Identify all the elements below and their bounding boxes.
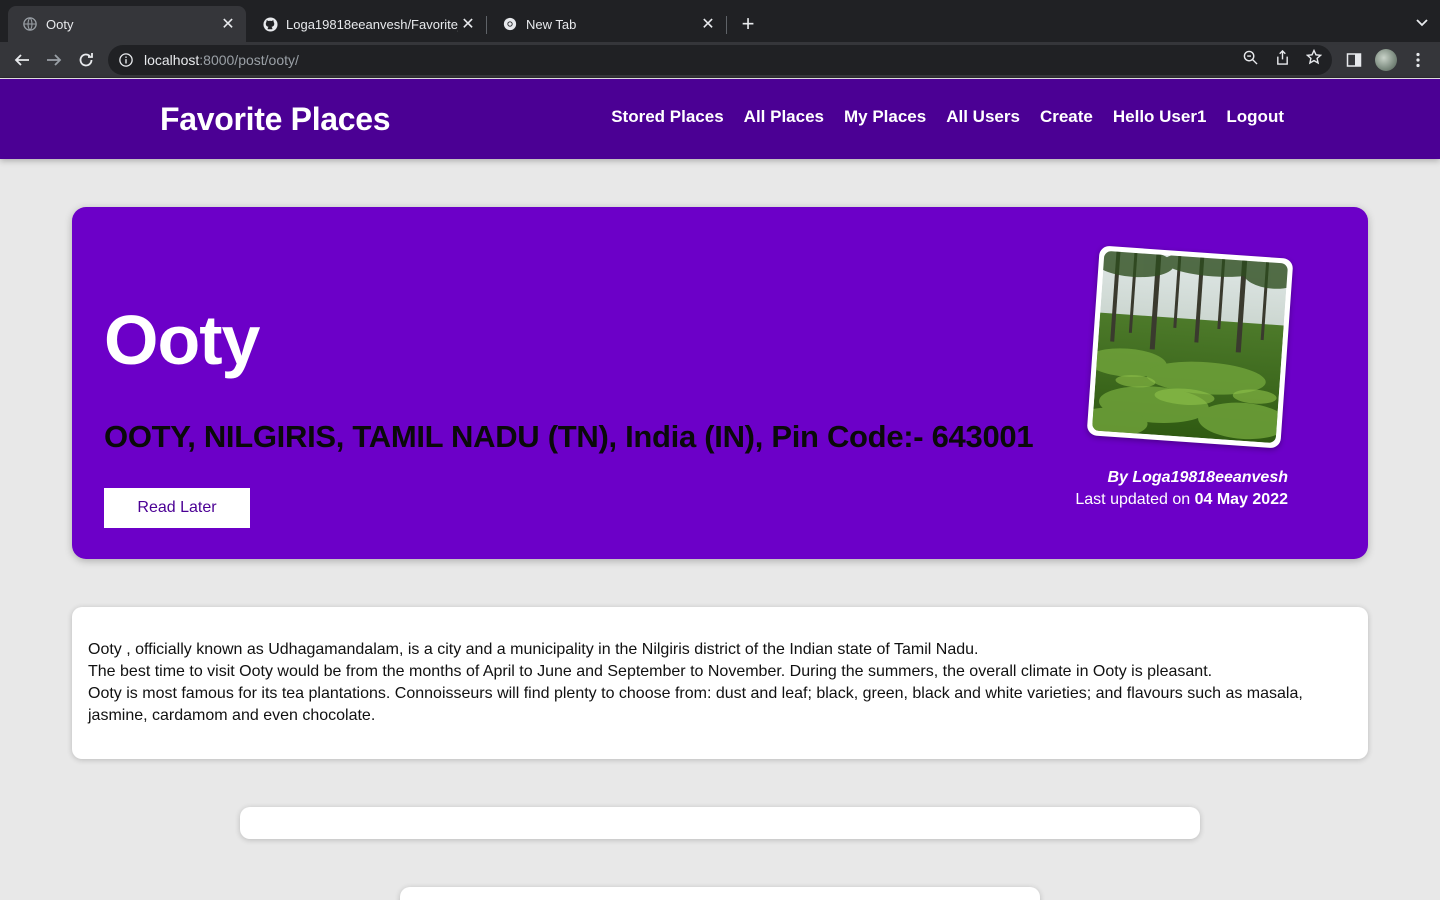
browser-tab-newtab[interactable]: New Tab ✕ bbox=[488, 6, 726, 42]
browser-toolbar: localhost:8000/post/ooty/ bbox=[0, 42, 1440, 78]
post-image bbox=[1086, 245, 1294, 449]
browser-tabstrip: Ooty ✕ Loga19818eeanvesh/Favorite_ ✕ New… bbox=[0, 0, 1440, 42]
site-header: Favorite Places Stored Places All Places… bbox=[0, 79, 1440, 159]
address-bar[interactable]: localhost:8000/post/ooty/ bbox=[108, 45, 1332, 75]
back-arrow-icon[interactable] bbox=[12, 50, 32, 70]
github-icon bbox=[262, 16, 278, 32]
tab-title: Ooty bbox=[46, 16, 74, 32]
reload-icon[interactable] bbox=[76, 50, 96, 70]
site-nav: Stored Places All Places My Places All U… bbox=[611, 107, 1284, 127]
updated-prefix: Last updated on bbox=[1075, 491, 1191, 508]
nav-my-places[interactable]: My Places bbox=[844, 107, 926, 127]
post-author: By Loga19818eeanvesh bbox=[1107, 469, 1288, 486]
browser-tab-ooty[interactable]: Ooty ✕ bbox=[8, 6, 246, 42]
url-path: :8000/post/ooty/ bbox=[199, 52, 299, 68]
globe-icon bbox=[22, 16, 38, 32]
browser-tab-github[interactable]: Loga19818eeanvesh/Favorite_ ✕ bbox=[248, 6, 486, 42]
nav-logout[interactable]: Logout bbox=[1226, 107, 1284, 127]
info-icon[interactable] bbox=[118, 52, 134, 68]
tab-divider bbox=[726, 16, 727, 34]
forward-arrow-icon[interactable] bbox=[44, 50, 64, 70]
zoom-icon[interactable] bbox=[1242, 49, 1258, 65]
post-hero: Ooty OOTY, NILGIRIS, TAMIL NADU (TN), In… bbox=[72, 207, 1368, 559]
read-later-button[interactable]: Read Later bbox=[104, 488, 250, 528]
close-tab-icon[interactable]: ✕ bbox=[218, 14, 238, 34]
bookmark-star-icon[interactable] bbox=[1306, 49, 1322, 65]
empty-card bbox=[400, 887, 1040, 900]
nav-all-places[interactable]: All Places bbox=[744, 107, 824, 127]
url-host: localhost bbox=[144, 52, 200, 68]
updated-date: 04 May 2022 bbox=[1194, 491, 1288, 508]
post-title: Ooty bbox=[104, 301, 260, 379]
close-tab-icon[interactable]: ✕ bbox=[698, 14, 718, 34]
post-description-card: Ooty , officially known as Udhagamandala… bbox=[72, 607, 1368, 759]
profile-avatar[interactable] bbox=[1375, 49, 1397, 71]
description-line: Ooty is most famous for its tea plantati… bbox=[88, 685, 1303, 724]
side-panel-icon[interactable] bbox=[1344, 50, 1364, 70]
site-brand-link[interactable]: Favorite Places bbox=[160, 101, 391, 138]
nav-user-greeting[interactable]: Hello User1 bbox=[1113, 107, 1207, 127]
description-line: The best time to visit Ooty would be fro… bbox=[88, 663, 1213, 680]
nav-stored-places[interactable]: Stored Places bbox=[611, 107, 723, 127]
post-address: OOTY, NILGIRIS, TAMIL NADU (TN), India (… bbox=[104, 419, 1034, 454]
kebab-menu-icon[interactable] bbox=[1408, 50, 1428, 70]
share-icon[interactable] bbox=[1274, 49, 1290, 65]
new-tab-plus-icon[interactable]: + bbox=[736, 12, 760, 36]
empty-card bbox=[240, 807, 1200, 839]
tab-title: Loga19818eeanvesh/Favorite_ bbox=[286, 16, 458, 32]
nav-create[interactable]: Create bbox=[1040, 107, 1093, 127]
chrome-icon bbox=[502, 16, 518, 32]
nav-all-users[interactable]: All Users bbox=[946, 107, 1020, 127]
chevron-down-icon[interactable] bbox=[1416, 14, 1428, 32]
tab-divider bbox=[486, 16, 487, 34]
tab-title: New Tab bbox=[526, 16, 577, 32]
description-line: Ooty , officially known as Udhagamandala… bbox=[88, 641, 979, 658]
post-updated: Last updated on 04 May 2022 bbox=[1075, 491, 1288, 509]
url-text[interactable]: localhost:8000/post/ooty/ bbox=[144, 52, 299, 68]
close-tab-icon[interactable]: ✕ bbox=[458, 14, 478, 34]
